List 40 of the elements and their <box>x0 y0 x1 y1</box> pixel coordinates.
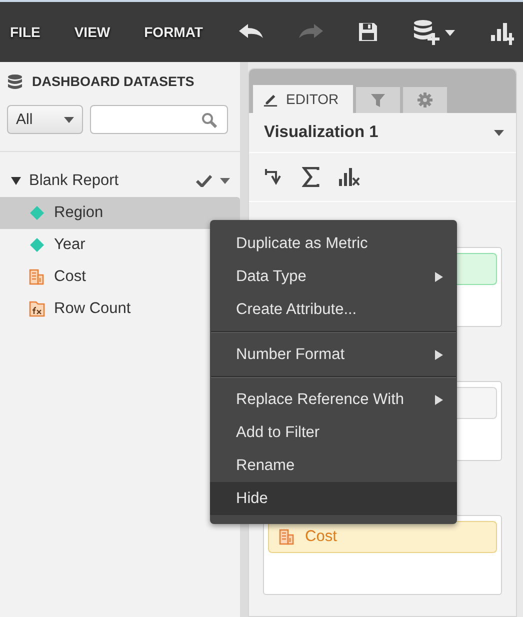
menu-item[interactable]: Add to Filter <box>210 416 457 449</box>
menu-item[interactable]: Hide <box>210 482 457 515</box>
visualization-title[interactable]: Visualization 1 <box>264 123 378 142</box>
menu-item[interactable]: Replace Reference With <box>210 383 457 416</box>
panel-title: DASHBOARD DATASETS <box>32 74 194 89</box>
dataset-name[interactable]: Blank Report <box>29 172 188 190</box>
metric-icon <box>29 269 45 285</box>
database-icon <box>7 74 23 90</box>
type-dropdown[interactable]: All <box>7 105 83 134</box>
item-label: Year <box>54 236 86 254</box>
menu-item[interactable]: FILE <box>10 24 40 40</box>
tree-item[interactable]: Region <box>0 197 240 229</box>
metric-icon <box>279 529 295 545</box>
check-icon[interactable] <box>196 175 212 187</box>
chart-clear-icon[interactable] <box>338 167 360 187</box>
filter-icon <box>370 92 386 108</box>
add-database-icon[interactable] <box>412 19 456 45</box>
search-field[interactable] <box>90 105 228 134</box>
search-icon <box>201 112 217 128</box>
menu-item[interactable]: VIEW <box>74 24 110 40</box>
editor-tab[interactable]: EDITOR <box>253 85 353 113</box>
caret-icon[interactable] <box>220 178 230 184</box>
settings-icon <box>416 92 433 108</box>
diamond-icon <box>29 237 45 253</box>
menu-item[interactable]: Data Type <box>210 260 457 293</box>
menu-item[interactable]: FORMAT <box>144 24 203 40</box>
collapse-icon[interactable] <box>11 176 21 186</box>
menu-item[interactable]: Rename <box>210 449 457 482</box>
menu-item[interactable]: Duplicate as Metric <box>210 227 457 260</box>
item-label: Cost <box>54 268 86 286</box>
sum-icon[interactable] <box>302 167 320 187</box>
caret-icon <box>64 116 74 122</box>
diamond-icon <box>29 205 45 221</box>
item-label: Row Count <box>54 300 131 318</box>
item-label: Region <box>54 204 104 222</box>
menu-item[interactable]: Create Attribute... <box>210 293 457 326</box>
menu-item[interactable]: Number Format <box>210 338 457 371</box>
formula-icon <box>29 301 45 317</box>
save-icon[interactable] <box>358 22 378 42</box>
caret-icon[interactable] <box>494 130 504 136</box>
